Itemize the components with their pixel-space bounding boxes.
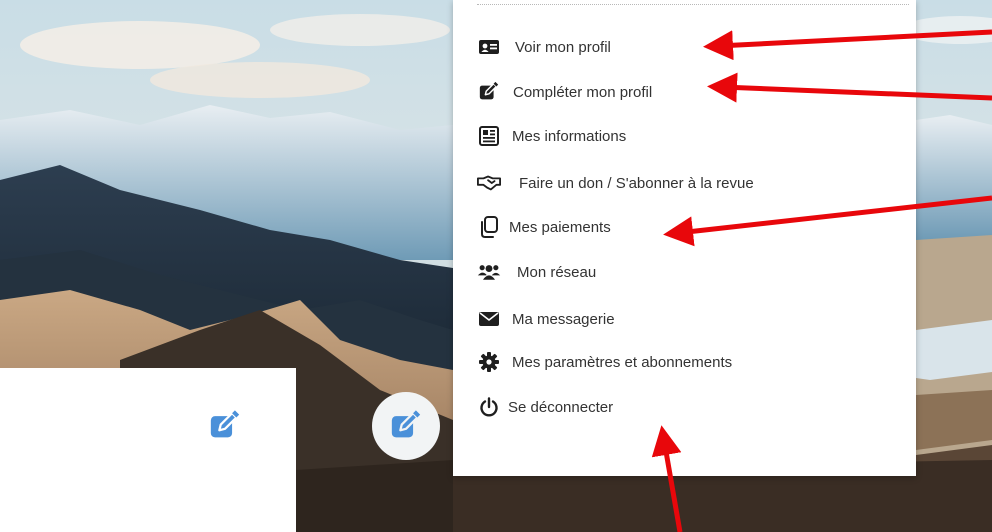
annotation-arrow (651, 425, 683, 532)
annotation-arrow (663, 195, 992, 247)
annotation-arrows-layer (651, 29, 992, 532)
annotation-arrow (703, 29, 992, 61)
annotation-arrow (707, 72, 992, 103)
